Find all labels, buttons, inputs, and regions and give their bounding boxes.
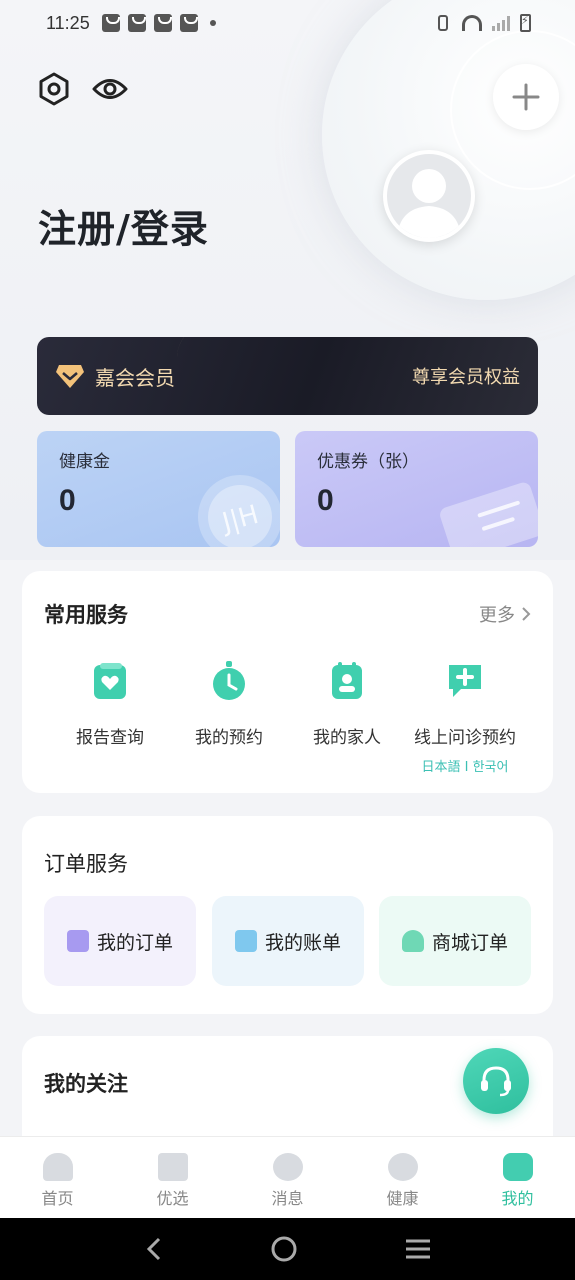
shopping-bag-icon bbox=[153, 14, 172, 32]
settings-icon[interactable] bbox=[38, 72, 70, 106]
battery-charging-icon bbox=[520, 14, 531, 32]
my-orders-label: 我的订单 bbox=[96, 931, 173, 954]
tab-label: 优选 bbox=[156, 1189, 189, 1208]
order-services-section: 订单服务 我的订单 我的账单 商城订单 bbox=[22, 816, 553, 1014]
report-query-item[interactable]: 报告查询 bbox=[45, 661, 175, 748]
online-consultation-item[interactable]: 线上问诊预约 日本語 I 한국어 bbox=[400, 661, 530, 775]
profile-icon bbox=[502, 1153, 533, 1181]
more-label: 更多 bbox=[479, 605, 515, 626]
menu-icon[interactable] bbox=[404, 1238, 432, 1260]
language-options[interactable]: 日本語 I 한국어 bbox=[400, 756, 530, 775]
timer-icon bbox=[213, 661, 245, 700]
family-icon bbox=[332, 662, 362, 699]
membership-label: 嘉会会员 bbox=[95, 365, 175, 390]
ticket-icon bbox=[440, 482, 538, 547]
consult-icon bbox=[449, 665, 481, 697]
shopping-bag-icon bbox=[127, 14, 146, 32]
order-services-title: 订单服务 bbox=[44, 852, 128, 876]
report-icon bbox=[94, 663, 126, 699]
avatar[interactable] bbox=[383, 150, 475, 242]
mall-orders-button[interactable]: 商城订单 bbox=[379, 896, 531, 986]
service-label: 线上问诊预约 bbox=[414, 728, 516, 748]
eye-icon[interactable] bbox=[92, 74, 128, 104]
service-label: 我的预约 bbox=[195, 728, 263, 748]
tab-mine[interactable]: 我的 bbox=[460, 1137, 575, 1218]
coupon-card[interactable]: 优惠券（张） 0 bbox=[295, 431, 538, 547]
membership-banner[interactable]: 嘉会会员 尊享会员权益 bbox=[37, 337, 538, 415]
tab-label: 消息 bbox=[271, 1189, 304, 1208]
chat-bubble-icon bbox=[272, 1153, 303, 1181]
my-bills-button[interactable]: 我的账单 bbox=[212, 896, 364, 986]
back-icon[interactable] bbox=[143, 1236, 165, 1262]
tab-selection[interactable]: 优选 bbox=[115, 1137, 230, 1218]
status-bar: 11:25 bbox=[0, 0, 575, 46]
my-orders-button[interactable]: 我的订单 bbox=[44, 896, 196, 986]
tab-health[interactable]: 健康 bbox=[345, 1137, 460, 1218]
coin-icon: J|H bbox=[198, 475, 280, 547]
shopping-bag-icon bbox=[157, 1153, 188, 1181]
diamond-icon bbox=[56, 365, 84, 388]
shopping-bag-icon bbox=[179, 14, 198, 32]
user-silhouette-icon bbox=[397, 169, 461, 238]
service-label: 我的家人 bbox=[313, 728, 381, 748]
my-family-item[interactable]: 我的家人 bbox=[282, 661, 412, 748]
shop-icon bbox=[401, 930, 424, 952]
home-icon bbox=[42, 1153, 73, 1181]
wifi-icon bbox=[462, 15, 482, 31]
login-register-title[interactable]: 注册/登录 bbox=[38, 198, 209, 253]
order-list-icon bbox=[66, 930, 89, 952]
bottom-tab-bar: 首页 优选 消息 健康 我的 bbox=[0, 1136, 575, 1218]
system-navigation-bar bbox=[0, 1218, 575, 1280]
shopping-bag-icon bbox=[101, 14, 120, 32]
add-button[interactable] bbox=[493, 64, 559, 130]
headset-icon bbox=[481, 1066, 511, 1097]
tab-label: 健康 bbox=[386, 1189, 419, 1208]
common-services-section: 常用服务 更多 报告查询 我的预约 我的家人 线上问诊预约 日本語 I 한국어 bbox=[22, 571, 553, 793]
common-services-title: 常用服务 bbox=[44, 603, 128, 627]
membership-benefits-link[interactable]: 尊享会员权益 bbox=[412, 363, 520, 389]
plus-icon bbox=[512, 83, 540, 111]
tab-label: 我的 bbox=[501, 1189, 534, 1208]
health-fund-card[interactable]: 健康金 0 J|H bbox=[37, 431, 280, 547]
service-label: 报告查询 bbox=[76, 728, 144, 748]
tab-home[interactable]: 首页 bbox=[0, 1137, 115, 1218]
tab-label: 首页 bbox=[41, 1189, 74, 1208]
mall-orders-label: 商城订单 bbox=[431, 931, 508, 954]
more-notifications-dot-icon bbox=[209, 20, 216, 26]
my-appointment-item[interactable]: 我的预约 bbox=[164, 661, 294, 748]
bill-icon bbox=[234, 930, 257, 952]
gauge-icon bbox=[387, 1153, 418, 1181]
tab-messages[interactable]: 消息 bbox=[230, 1137, 345, 1218]
customer-support-button[interactable] bbox=[463, 1048, 529, 1114]
vibrate-icon bbox=[438, 15, 448, 31]
status-time: 11:25 bbox=[46, 12, 90, 33]
my-bills-label: 我的账单 bbox=[264, 931, 341, 954]
my-follows-title: 我的关注 bbox=[44, 1072, 128, 1096]
chevron-right-icon bbox=[522, 607, 531, 621]
home-circle-icon[interactable] bbox=[270, 1235, 298, 1263]
signal-icon bbox=[492, 15, 510, 31]
more-services-link[interactable]: 更多 bbox=[479, 601, 531, 627]
